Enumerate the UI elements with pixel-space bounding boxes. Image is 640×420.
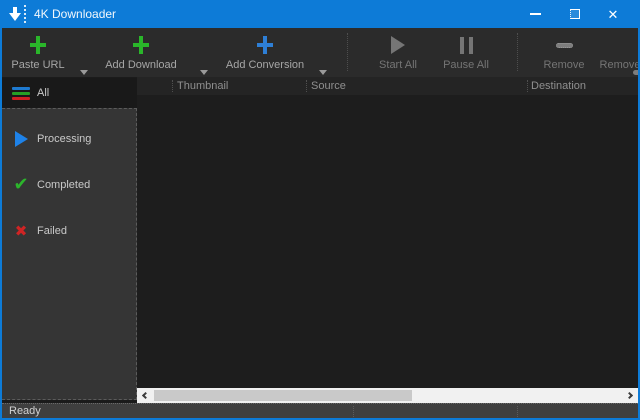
cross-icon: ✖ [12,224,30,239]
add-download-label: Add Download [105,59,177,71]
sidebar-item-label: Processing [37,133,91,145]
start-all-button[interactable]: Start All [362,32,434,76]
sidebar-item-label: All [37,87,49,99]
add-conversion-label: Add Conversion [226,59,304,71]
status-bar: Ready [2,403,638,418]
toolbar-separator [347,33,348,71]
maximize-button[interactable] [556,0,594,28]
toolbar: Paste URL Add Download Add Conversion St… [2,28,638,77]
play-icon [12,131,30,147]
play-icon [391,36,405,54]
chevron-down-icon [200,70,208,75]
pause-icon [460,37,473,54]
statusbar-separator [353,406,354,417]
download-list [137,95,638,388]
scroll-left-icon[interactable] [142,392,149,399]
column-header-thumbnail[interactable]: Thumbnail [177,80,228,92]
minimize-button[interactable] [516,0,554,28]
column-header-source[interactable]: Source [311,80,346,92]
column-separator [172,80,173,92]
horizontal-scrollbar[interactable] [137,388,638,403]
scrollbar-thumb[interactable] [154,390,412,401]
scroll-right-icon[interactable] [626,392,633,399]
window-title: 4K Downloader [34,7,116,21]
sidebar-item-all[interactable]: All [2,78,137,108]
app-window: 4K Downloader ✕ Paste URL Add Download A… [0,0,640,420]
pause-all-label: Pause All [443,59,489,71]
title-bar: 4K Downloader ✕ [0,0,640,28]
add-conversion-button[interactable]: Add Conversion [222,32,308,76]
sidebar-item-label: Failed [37,225,67,237]
plus-icon [133,36,149,54]
minus-icon [556,43,573,48]
add-download-button[interactable]: Add Download [103,32,179,76]
column-separator [527,80,528,92]
sidebar-item-completed[interactable]: ✔ Completed [2,171,136,199]
toolbar-separator [517,33,518,71]
filter-all-icon [12,87,30,100]
statusbar-separator [517,406,518,417]
list-header: Thumbnail Source Destination [137,77,638,95]
window-border [0,28,2,420]
chevron-down-icon [319,70,327,75]
download-arrow-icon [9,6,21,22]
sidebar: Processing ✔ Completed ✖ Failed [2,108,137,400]
chevron-down-icon [80,70,88,75]
logo-dotted-line [24,5,26,23]
sidebar-item-failed[interactable]: ✖ Failed [2,217,136,245]
close-button[interactable]: ✕ [594,0,632,28]
column-header-destination[interactable]: Destination [531,80,586,92]
remove-label: Remove [544,59,585,71]
minimize-icon [530,13,541,15]
paste-url-button[interactable]: Paste URL [6,32,70,76]
app-logo-icon [9,4,26,24]
status-text: Ready [9,405,41,417]
sidebar-item-label: Completed [37,179,90,191]
plus-icon [30,36,46,54]
remove-button[interactable]: Remove [530,32,598,76]
start-all-label: Start All [379,59,417,71]
plus-icon [257,36,273,54]
column-separator [306,80,307,92]
paste-url-label: Paste URL [11,59,64,71]
close-icon: ✕ [608,8,619,21]
maximize-icon [570,9,580,19]
sidebar-item-processing[interactable]: Processing [2,125,136,153]
pause-all-button[interactable]: Pause All [432,32,500,76]
check-icon: ✔ [12,176,30,194]
